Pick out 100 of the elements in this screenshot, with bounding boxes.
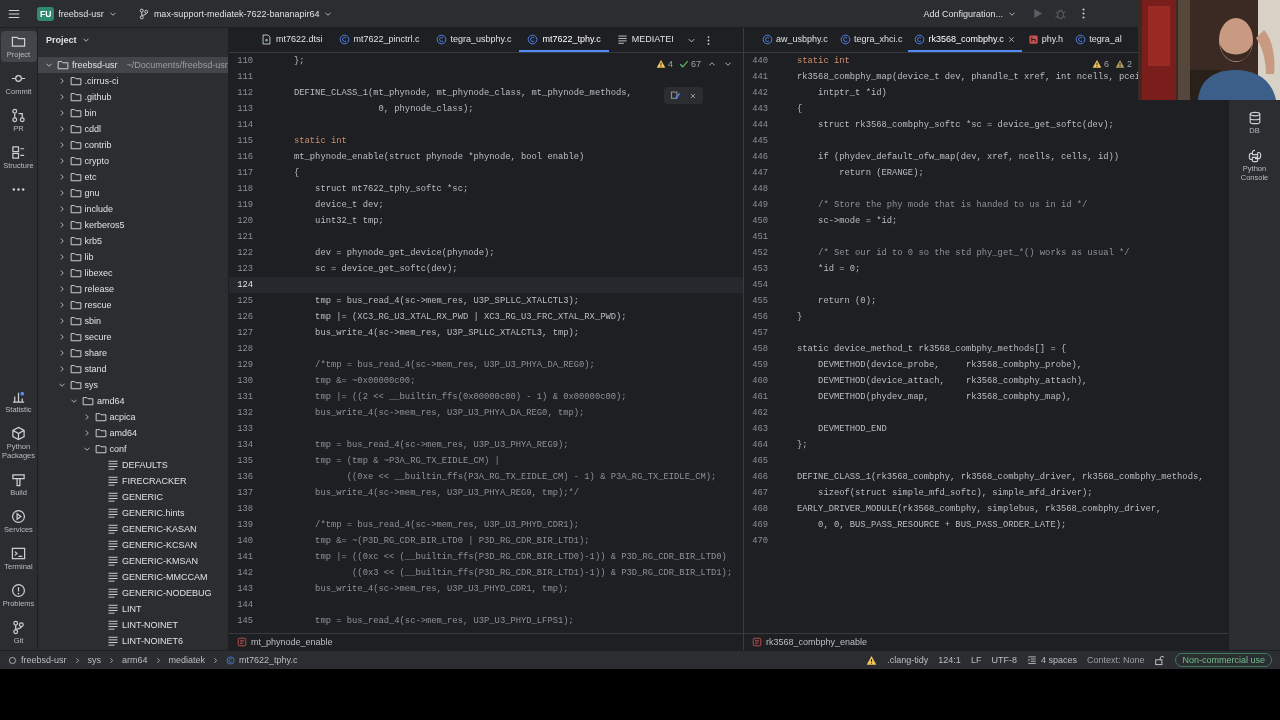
tree-item[interactable]: FIRECRACKER (38, 473, 228, 489)
inspection-count[interactable]: 4 (655, 59, 673, 69)
tree-item[interactable]: etc (38, 169, 228, 185)
tree-item[interactable]: freebsd-usr ~/Documents/freebsd-usr (38, 57, 228, 73)
close-icon[interactable] (1006, 34, 1016, 44)
editor-tab[interactable]: mt7622.dtsi (253, 28, 331, 52)
line-number: 449 (751, 200, 768, 210)
code-line: DEVMETHOD(device_attach, rk3568_combphy_attach), (817, 376, 1088, 386)
file-encoding[interactable]: UTF-8 (991, 655, 1017, 665)
line-number: 452 (751, 248, 768, 258)
code-line: DEVMETHOD_END (817, 424, 887, 434)
line-number: 130 (236, 376, 253, 386)
c-file-icon (1075, 33, 1087, 45)
editor-tab[interactable]: mt7622_pinctrl.c (330, 28, 428, 52)
tree-item[interactable]: GENERIC-KMSAN (38, 553, 228, 569)
hint-icon[interactable] (670, 90, 681, 101)
branch-switcher[interactable]: max-support-mediatek-7622-bananapir64 (133, 3, 338, 24)
inspection-count[interactable]: 6 (1091, 59, 1109, 69)
tree-item[interactable]: secure (38, 329, 228, 345)
tree-item[interactable]: contrib (38, 137, 228, 153)
editor-tab[interactable]: tegra_xhci.c (833, 28, 909, 52)
tree-item[interactable]: amd64 (38, 425, 228, 441)
tree-item[interactable]: release (38, 281, 228, 297)
path-breadcrumb[interactable]: mt7622_tphy.c (226, 655, 298, 665)
editor-tab[interactable]: tegra_usbphy.c (427, 28, 520, 52)
line-number: 133 (236, 424, 253, 434)
tree-item[interactable]: GENERIC.hints (38, 505, 228, 521)
editor-tab[interactable]: aw_usbphy.c (756, 28, 834, 52)
line-number: 141 (236, 552, 253, 562)
tree-item[interactable]: lib (38, 249, 228, 265)
linter-label[interactable]: .clang-tidy (887, 655, 929, 665)
tree-item[interactable]: GENERIC-MMCCAM (38, 569, 228, 585)
path-breadcrumb[interactable]: arm64 (122, 655, 148, 665)
code-comment: tmp = bus_read_4(sc->mem_res, U3P_U3_PHYD_LFPS1); (314, 616, 574, 626)
tree-item[interactable]: sbin (38, 313, 228, 329)
folder-icon (69, 347, 82, 359)
tree-item[interactable]: .cirrus-ci (38, 73, 228, 89)
tree-item[interactable]: libexec (38, 265, 228, 281)
text-file-icon (616, 33, 628, 45)
code-line: static device_method_t rk3568_combphy_methods[] = { (797, 344, 1067, 354)
text-file-icon (107, 571, 119, 583)
tree-item[interactable]: include (38, 201, 228, 217)
code-line: mt_phynode_enable(struct phynode *phynode, bool enable) (294, 152, 585, 162)
file-icon (261, 33, 272, 45)
tree-item[interactable]: rescue (38, 297, 228, 313)
line-number: 132 (236, 408, 253, 418)
tree-item[interactable]: acpica (38, 409, 228, 425)
path-breadcrumb[interactable]: freebsd-usr (8, 655, 67, 665)
run-configuration-dropdown[interactable]: Add Configuration... (919, 3, 1021, 24)
path-breadcrumb[interactable]: sys (87, 655, 102, 665)
tree-item[interactable]: GENERIC-NODEBUG (38, 585, 228, 601)
lock-icon[interactable] (1154, 654, 1166, 666)
tree-item[interactable]: GENERIC-KCSAN (38, 537, 228, 553)
tree-item[interactable]: DEFAULTS (38, 457, 228, 473)
tree-item[interactable]: .github (38, 89, 228, 105)
warning-icon[interactable] (866, 654, 878, 666)
line-number: 453 (751, 264, 768, 274)
editor-tab[interactable]: mt7622_tphy.c (519, 28, 609, 52)
tree-item[interactable]: GENERIC-KASAN (38, 521, 228, 537)
editor-tab[interactable]: MEDIATEI (608, 28, 682, 52)
tree-item[interactable]: amd64 (38, 393, 228, 409)
cursor-position[interactable]: 124:1 (938, 655, 961, 665)
context-label[interactable]: Context: None (1086, 655, 1145, 665)
path-breadcrumb[interactable]: mediatek (168, 655, 206, 665)
text-file-icon (107, 587, 119, 599)
code-comment: tmp &= ~(P3D_RG_CDR_BIR_LTD0 | P3D_RG_CDR_BIR_LTD1); (314, 536, 590, 546)
project-view-dropdown[interactable]: Project (46, 35, 91, 45)
database-icon (1247, 111, 1262, 125)
tree-item[interactable]: conf (38, 441, 228, 457)
editor-tab[interactable]: rk3568_combphy.c (908, 28, 1022, 52)
editor-tab[interactable]: tegra_al (1069, 28, 1128, 52)
code-comment: tmp = (tmp & ~P3A_RG_TX_EIDLE_CM) | (314, 456, 500, 466)
tree-item[interactable]: LINT (38, 601, 228, 617)
close-icon[interactable] (689, 91, 697, 100)
tree-item[interactable]: share (38, 345, 228, 361)
line-number: 144 (236, 600, 253, 610)
line-ending[interactable]: LF (970, 655, 982, 665)
indent-setting[interactable]: 4 spaces (1026, 655, 1077, 665)
tree-item[interactable]: kerberos5 (38, 217, 228, 233)
tree-item[interactable]: cddl (38, 121, 228, 137)
project-badge: FU (37, 6, 55, 21)
text-file-icon (107, 619, 119, 631)
project-switcher[interactable]: FU freebsd-usr (33, 3, 122, 24)
tree-item[interactable]: LINT-NOINET (38, 617, 228, 633)
inspection-count[interactable]: 67 (679, 59, 701, 69)
tree-item[interactable]: sys (38, 377, 228, 393)
line-number: 462 (751, 408, 768, 418)
tree-item[interactable]: stand (38, 361, 228, 377)
editor-tab[interactable]: phy.h (1021, 28, 1070, 52)
tree-item[interactable]: krb5 (38, 233, 228, 249)
text-file-icon (107, 459, 119, 471)
tree-item[interactable]: LINT-NOINET6 (38, 633, 228, 649)
tree-item[interactable]: crypto (38, 153, 228, 169)
inspection-count[interactable]: 2 (1115, 59, 1132, 69)
function-breadcrumb[interactable]: mt_phynode_enable (237, 637, 333, 647)
function-breadcrumb[interactable]: rk3568_combphy_enable (752, 637, 868, 647)
tree-item[interactable]: gnu (38, 185, 228, 201)
tree-item[interactable]: GENERIC (38, 489, 228, 505)
structure-icon (11, 145, 26, 160)
tree-item[interactable]: bin (38, 105, 228, 121)
